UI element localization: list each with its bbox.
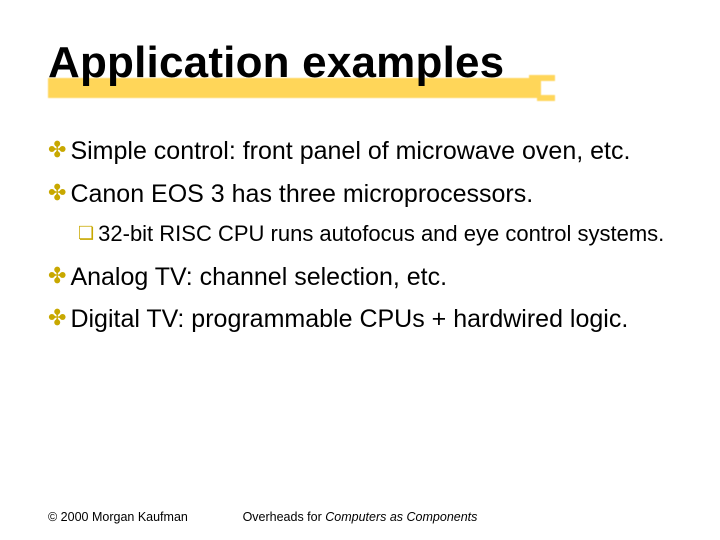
bullet-level1: ✤ Analog TV: channel selection, etc. [48,262,672,293]
slide: Application examples ✤ Simple control: f… [0,0,720,540]
slide-body: ✤ Simple control: front panel of microwa… [48,136,672,335]
title-wrap: Application examples [48,38,504,88]
bullet-z-icon: ✤ [48,304,66,335]
bullet-level1: ✤ Canon EOS 3 has three microprocessors. [48,179,672,210]
bullet-level1: ✤ Digital TV: programmable CPUs + hardwi… [48,304,672,335]
footer-right [482,510,720,526]
bullet-level2: ❏ 32-bit RISC CPU runs autofocus and eye… [78,221,672,248]
bullet-text: 32-bit RISC CPU runs autofocus and eye c… [98,221,672,248]
slide-footer: © 2000 Morgan Kaufman Overheads for Comp… [0,510,720,526]
bullet-level1: ✤ Simple control: front panel of microwa… [48,136,672,167]
bullet-text: Digital TV: programmable CPUs + hardwire… [70,304,672,335]
bullet-z-icon: ✤ [48,179,66,210]
footer-center-prefix: Overheads for [243,510,326,524]
bullet-y-icon: ❏ [78,221,94,248]
bullet-text: Analog TV: channel selection, etc. [70,262,672,293]
footer-copyright: © 2000 Morgan Kaufman [0,510,238,526]
bullet-z-icon: ✤ [48,136,66,167]
bullet-z-icon: ✤ [48,262,66,293]
bullet-text: Simple control: front panel of microwave… [70,136,672,167]
footer-center: Overheads for Computers as Components [238,510,483,526]
slide-title: Application examples [48,38,504,88]
bullet-text: Canon EOS 3 has three microprocessors. [70,179,672,210]
sub-bullet-group: ❏ 32-bit RISC CPU runs autofocus and eye… [48,221,672,248]
footer-center-italic: Computers as Components [325,510,477,524]
